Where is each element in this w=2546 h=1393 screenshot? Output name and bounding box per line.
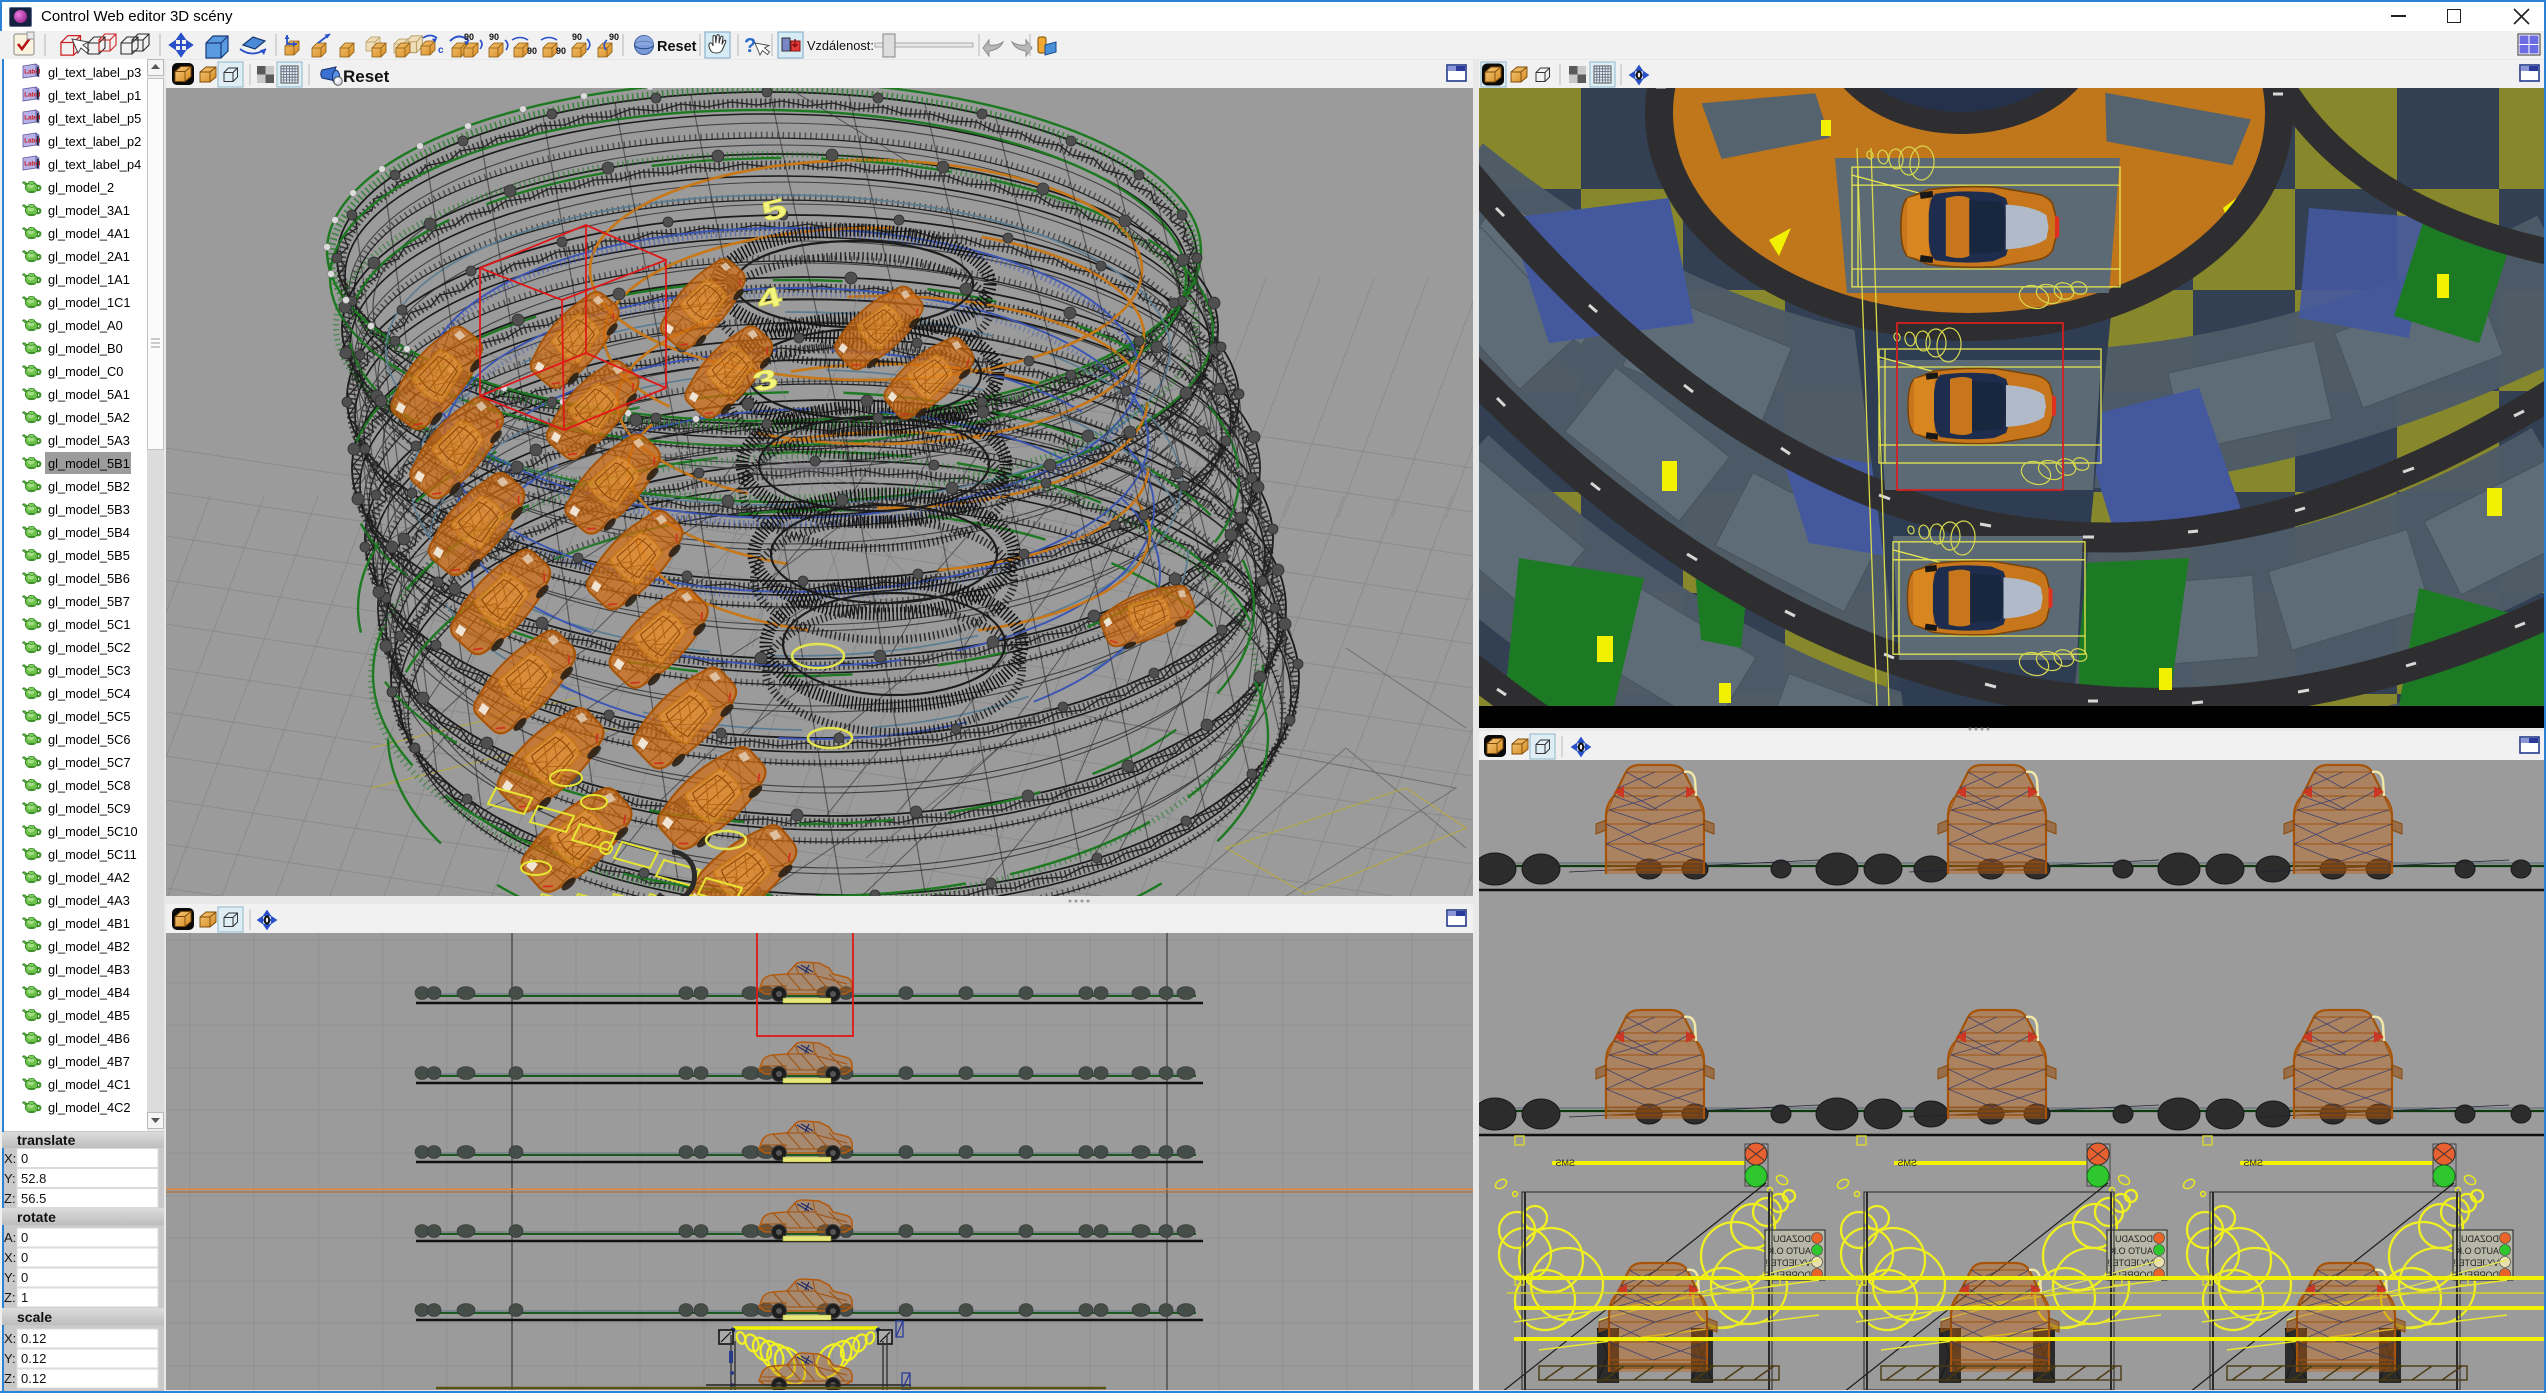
svg-text:Vzdálenost:: Vzdálenost: <box>807 38 874 53</box>
svg-text:Y:: Y: <box>4 1171 16 1186</box>
svg-text:0: 0 <box>21 1250 28 1265</box>
svg-text:gl_model_5C9: gl_model_5C9 <box>48 801 131 816</box>
svg-text:gl_model_4B6: gl_model_4B6 <box>48 1031 130 1046</box>
svg-text:gl_model_5C10: gl_model_5C10 <box>48 824 138 839</box>
svg-text:SMS: SMS <box>2243 1158 2263 1168</box>
svg-text:0.12: 0.12 <box>21 1331 46 1346</box>
svg-text:0: 0 <box>21 1151 28 1166</box>
svg-text:DOZADU: DOZADU <box>2461 1234 2499 1244</box>
svg-text:52.8: 52.8 <box>21 1171 46 1186</box>
svg-text:gl_model_5C1: gl_model_5C1 <box>48 617 131 632</box>
svg-text:gl_model_5C8: gl_model_5C8 <box>48 778 131 793</box>
svg-text:Z:: Z: <box>4 1191 16 1206</box>
svg-text:gl_model_5B1: gl_model_5B1 <box>48 456 130 471</box>
svg-text:gl_model_5C3: gl_model_5C3 <box>48 663 131 678</box>
svg-text:Y:: Y: <box>4 1351 16 1366</box>
svg-text:gl_text_label_p2: gl_text_label_p2 <box>48 134 141 149</box>
svg-text:90: 90 <box>489 32 499 42</box>
svg-text:gl_model_A0: gl_model_A0 <box>48 318 123 333</box>
svg-text:0.12: 0.12 <box>21 1371 46 1386</box>
svg-text:gl_text_label_p4: gl_text_label_p4 <box>48 157 141 172</box>
svg-text:gl_model_4C2: gl_model_4C2 <box>48 1100 131 1115</box>
svg-text:gl_model_4B2: gl_model_4B2 <box>48 939 130 954</box>
svg-text:X:: X: <box>4 1151 16 1166</box>
svg-text:0.12: 0.12 <box>21 1351 46 1366</box>
svg-text:Z:: Z: <box>4 1290 16 1305</box>
svg-text:gl_model_5C4: gl_model_5C4 <box>48 686 131 701</box>
svg-text:gl_model_B0: gl_model_B0 <box>48 341 123 356</box>
svg-text:c: c <box>438 45 444 56</box>
svg-text:gl_model_2: gl_model_2 <box>48 180 114 195</box>
svg-text:AUTO O.K: AUTO O.K <box>1768 1246 1811 1256</box>
svg-text:gl_model_3A1: gl_model_3A1 <box>48 203 130 218</box>
svg-text:DOZADU: DOZADU <box>2115 1234 2153 1244</box>
svg-text:gl_model_5C11: gl_model_5C11 <box>48 847 137 862</box>
svg-text:gl_model_5A3: gl_model_5A3 <box>48 433 130 448</box>
svg-text:translate: translate <box>17 1132 76 1148</box>
svg-text:0: 0 <box>21 1270 28 1285</box>
svg-text:gl_model_4A2: gl_model_4A2 <box>48 870 130 885</box>
svg-text:DOZADU: DOZADU <box>1773 1234 1811 1244</box>
svg-text:rotate: rotate <box>17 1209 56 1225</box>
svg-text:gl_model_4B7: gl_model_4B7 <box>48 1054 130 1069</box>
svg-text:X:: X: <box>4 1331 16 1346</box>
svg-text:Y:: Y: <box>4 1270 16 1285</box>
svg-text:gl_model_4B3: gl_model_4B3 <box>48 962 130 977</box>
svg-text:gl_model_5A2: gl_model_5A2 <box>48 410 130 425</box>
svg-text:gl_model_4B5: gl_model_4B5 <box>48 1008 130 1023</box>
svg-text:Reset: Reset <box>657 39 697 55</box>
svg-text:56.5: 56.5 <box>21 1191 46 1206</box>
svg-text:gl_model_4B1: gl_model_4B1 <box>48 916 130 931</box>
svg-text:gl_model_5B6: gl_model_5B6 <box>48 571 130 586</box>
svg-text:Z:: Z: <box>4 1371 16 1386</box>
svg-text:gl_text_label_p5: gl_text_label_p5 <box>48 111 141 126</box>
svg-text:gl_model_5A1: gl_model_5A1 <box>48 387 130 402</box>
svg-text:gl_model_2A1: gl_model_2A1 <box>48 249 130 264</box>
svg-text:gl_text_label_p1: gl_text_label_p1 <box>48 88 141 103</box>
svg-text:?: ? <box>744 35 756 57</box>
svg-text:gl_model_4A1: gl_model_4A1 <box>48 226 130 241</box>
svg-text:SMS: SMS <box>1555 1158 1575 1168</box>
svg-text:gl_model_5B3: gl_model_5B3 <box>48 502 130 517</box>
svg-text:90: 90 <box>572 32 582 42</box>
svg-text:1: 1 <box>21 1290 28 1305</box>
svg-text:gl_model_5C7: gl_model_5C7 <box>48 755 131 770</box>
svg-text:90: 90 <box>609 32 619 42</box>
svg-text:gl_model_5C5: gl_model_5C5 <box>48 709 131 724</box>
svg-text:AUTO O.K: AUTO O.K <box>2456 1246 2499 1256</box>
svg-text:scale: scale <box>17 1309 52 1325</box>
svg-text:A:: A: <box>4 1230 16 1245</box>
svg-text:gl_model_1C1: gl_model_1C1 <box>48 295 131 310</box>
svg-text:gl_model_5B4: gl_model_5B4 <box>48 525 130 540</box>
svg-text:AUTO O.K: AUTO O.K <box>2110 1246 2153 1256</box>
svg-text:0: 0 <box>21 1230 28 1245</box>
svg-text:gl_model_5B5: gl_model_5B5 <box>48 548 130 563</box>
svg-text:gl_model_5B2: gl_model_5B2 <box>48 479 130 494</box>
svg-text:gl_model_4B4: gl_model_4B4 <box>48 985 130 1000</box>
svg-text:gl_model_5C2: gl_model_5C2 <box>48 640 131 655</box>
svg-text:gl_model_4A3: gl_model_4A3 <box>48 893 130 908</box>
svg-text:90: 90 <box>464 32 474 42</box>
svg-text:X:: X: <box>4 1250 16 1265</box>
svg-text:gl_text_label_p3: gl_text_label_p3 <box>48 65 141 80</box>
svg-text:gl_model_4C1: gl_model_4C1 <box>48 1077 131 1092</box>
svg-text:gl_model_5B7: gl_model_5B7 <box>48 594 130 609</box>
svg-text:SMS: SMS <box>1897 1158 1917 1168</box>
svg-text:90: 90 <box>556 46 566 56</box>
svg-text:gl_model_C0: gl_model_C0 <box>48 364 123 379</box>
svg-text:gl_model_5C6: gl_model_5C6 <box>48 732 131 747</box>
svg-text:gl_model_1A1: gl_model_1A1 <box>48 272 130 287</box>
svg-text:90: 90 <box>527 46 537 56</box>
